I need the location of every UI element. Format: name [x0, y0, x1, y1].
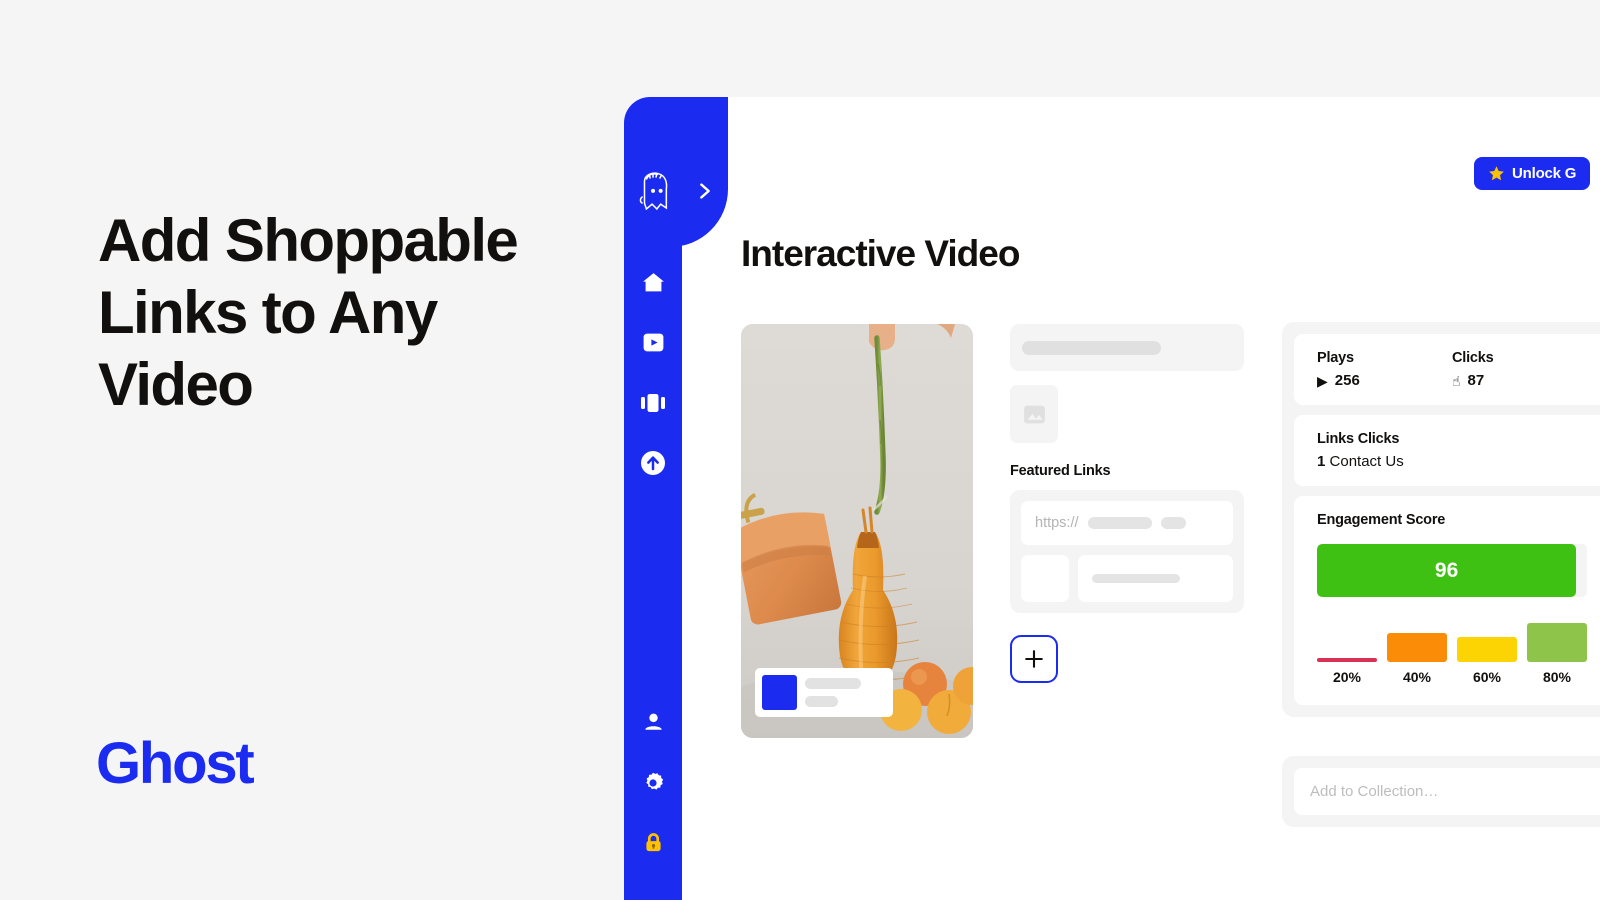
screenshot-root: Add Shoppable Links to Any Video Ghost U…	[0, 0, 1600, 900]
link-url-input-row[interactable]: https://	[1021, 501, 1233, 545]
link-thumbnail-slot[interactable]	[1021, 555, 1069, 602]
carousel-icon	[640, 390, 666, 421]
title-skeleton-card	[1010, 324, 1244, 371]
link-label-field[interactable]	[1078, 555, 1233, 602]
featured-links-list: https://	[1010, 490, 1244, 613]
add-link-button[interactable]	[1010, 635, 1058, 683]
url-prefix-label: https://	[1035, 515, 1079, 531]
url-skeleton-a	[1087, 517, 1152, 529]
video-preview-card[interactable]	[741, 324, 973, 738]
link-label-skeleton	[1092, 574, 1180, 583]
chart-tick-label: 60%	[1472, 669, 1502, 685]
link-detail-row[interactable]	[1021, 555, 1233, 602]
sidebar-item-home[interactable]	[630, 262, 676, 308]
page-title: Interactive Video	[741, 233, 1020, 274]
gear-icon	[641, 771, 665, 800]
engagement-score-card: Engagement Score 96 20% 40% 60% 80%	[1294, 496, 1600, 705]
sidebar-item-settings[interactable]	[630, 762, 676, 808]
overlay-product-thumbnail	[762, 675, 797, 710]
home-icon	[641, 270, 666, 300]
plays-label: Plays	[1317, 350, 1354, 366]
url-skeleton-b	[1160, 517, 1186, 529]
clicks-value-row: ☝ 87	[1452, 372, 1587, 389]
featured-links-heading: Featured Links	[1010, 463, 1111, 479]
links-clicks-card: Links Clicks 1 Contact Us	[1294, 415, 1600, 486]
marketing-headline: Add Shoppable Links to Any Video	[98, 207, 519, 418]
plays-stat: Plays ▶ 256	[1317, 350, 1452, 389]
sidebar-item-locked[interactable]	[630, 822, 676, 868]
plays-clicks-card: Plays ▶ 256 Clicks ☝ 87	[1294, 334, 1600, 405]
image-icon	[1022, 402, 1047, 427]
chart-bar	[1387, 633, 1447, 662]
sidebar-item-upload[interactable]	[630, 442, 676, 488]
star-icon	[1488, 165, 1505, 182]
plays-value-row: ▶ 256	[1317, 372, 1452, 389]
clicks-value: 87	[1467, 372, 1485, 389]
product-overlay-card[interactable]	[755, 668, 893, 717]
image-placeholder-card[interactable]	[1010, 385, 1058, 443]
sidebar-secondary-nav	[624, 702, 682, 868]
stats-panel: Plays ▶ 256 Clicks ☝ 87 Links Clicks 1 C…	[1282, 322, 1600, 717]
engagement-score-track: 96	[1317, 544, 1587, 597]
title-skeleton-pill	[1022, 340, 1161, 355]
links-clicks-label: Links Clicks	[1317, 431, 1400, 447]
overlay-skeleton-lines	[805, 678, 861, 707]
play-triangle-icon: ▶	[1317, 372, 1328, 389]
lock-icon	[642, 831, 665, 859]
chart-column: 40%	[1387, 633, 1447, 685]
engagement-score-value: 96	[1434, 558, 1459, 582]
chart-column: 20%	[1317, 658, 1377, 685]
clicks-stat: Clicks ☝ 87	[1452, 350, 1587, 389]
ghost-wordmark-logo: Ghost	[96, 731, 255, 796]
plus-icon	[1023, 648, 1045, 670]
engagement-distribution-chart: 20% 40% 60% 80%	[1317, 623, 1587, 685]
sidebar-item-account[interactable]	[630, 702, 676, 748]
upload-circle-icon	[640, 450, 666, 481]
collection-panel	[1282, 756, 1600, 827]
add-to-collection-input[interactable]	[1294, 768, 1600, 815]
ghost-logo-icon[interactable]	[635, 170, 673, 216]
engagement-score-fill: 96	[1317, 544, 1577, 597]
sidebar-primary-nav	[624, 262, 682, 488]
chart-bar	[1457, 637, 1517, 662]
pointer-hand-icon: ☝	[1452, 372, 1461, 389]
editor-column: Featured Links https://	[1010, 324, 1244, 683]
clicks-label: Clicks	[1452, 350, 1494, 366]
chart-bar	[1317, 658, 1377, 662]
chart-tick-label: 40%	[1402, 669, 1432, 685]
overlay-skeleton-line-2	[805, 696, 838, 707]
plays-value: 256	[1334, 372, 1360, 389]
links-clicks-name: Contact Us	[1329, 453, 1404, 470]
user-icon	[642, 711, 665, 739]
chart-column: 80%	[1527, 623, 1587, 685]
overlay-skeleton-line-1	[805, 678, 861, 689]
links-clicks-count: 1	[1317, 453, 1326, 470]
sidebar-item-videos[interactable]	[630, 322, 676, 368]
chart-tick-label: 80%	[1542, 669, 1572, 685]
chart-column: 60%	[1457, 637, 1517, 685]
video-play-icon	[641, 330, 666, 360]
chart-tick-label: 20%	[1332, 669, 1362, 685]
chart-bar	[1527, 623, 1587, 662]
engagement-score-label: Engagement Score	[1317, 512, 1446, 528]
links-clicks-detail: 1 Contact Us	[1317, 453, 1587, 470]
marketing-panel: Add Shoppable Links to Any Video Ghost	[0, 0, 624, 900]
sidebar-item-carousels[interactable]	[630, 382, 676, 428]
unlock-button-label: Unlock G	[1512, 165, 1577, 182]
unlock-button[interactable]: Unlock G	[1474, 157, 1591, 190]
sidebar-expand-chevron-right-icon[interactable]	[694, 180, 716, 206]
